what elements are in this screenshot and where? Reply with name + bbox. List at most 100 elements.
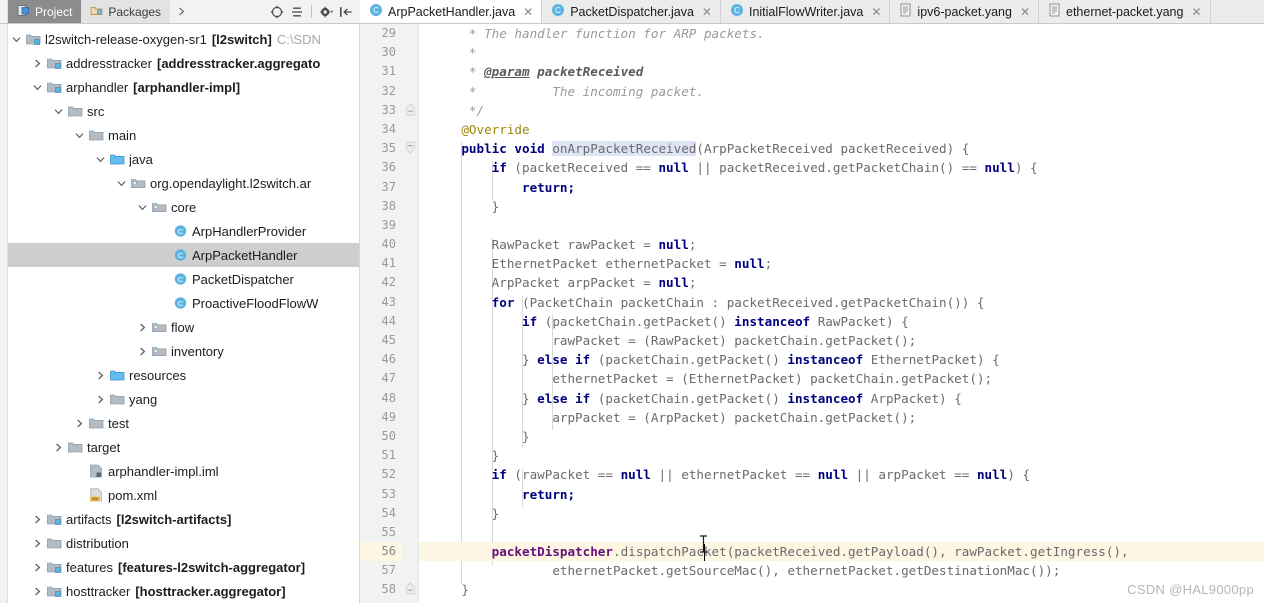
editor-tab-0[interactable]: C ArpPacketHandler.java ✕ bbox=[360, 0, 543, 23]
code-line[interactable]: @Override bbox=[419, 120, 1264, 139]
project-tree-pane[interactable]: l2switch-release-oxygen-sr1 [l2switch] C:\… bbox=[0, 24, 360, 603]
line-number[interactable]: 33 bbox=[360, 101, 402, 120]
tree-row-arphandler[interactable]: arphandler [arphandler-impl] bbox=[0, 75, 359, 99]
line-number[interactable]: 40 bbox=[360, 235, 402, 254]
tree-row-core[interactable]: core bbox=[0, 195, 359, 219]
code-line[interactable]: return; bbox=[419, 485, 1264, 504]
line-number[interactable]: 58 bbox=[360, 580, 402, 599]
code-line[interactable]: * The handler function for ARP packets. bbox=[419, 24, 1264, 43]
tree-row-java[interactable]: java bbox=[0, 147, 359, 171]
line-number[interactable]: 41 bbox=[360, 254, 402, 273]
editor-tab-4[interactable]: ethernet-packet.yang ✕ bbox=[1039, 0, 1211, 23]
close-icon[interactable]: ✕ bbox=[702, 6, 712, 18]
code-line[interactable] bbox=[419, 600, 1264, 603]
line-number[interactable]: 37 bbox=[360, 178, 402, 197]
code-line[interactable]: EthernetPacket ethernetPacket = null; bbox=[419, 254, 1264, 273]
close-icon[interactable]: ✕ bbox=[1020, 6, 1030, 18]
line-number[interactable]: 35 bbox=[360, 139, 418, 158]
line-number[interactable]: 32 bbox=[360, 82, 402, 101]
code-line[interactable]: for (PacketChain packetChain : packetRec… bbox=[419, 293, 1264, 312]
line-number[interactable]: 55 bbox=[360, 523, 402, 542]
code-line[interactable] bbox=[419, 216, 1264, 235]
tree-row-org-opendaylight-l2switch-ar[interactable]: org.opendaylight.l2switch.ar bbox=[0, 171, 359, 195]
line-number[interactable]: 57 bbox=[360, 561, 402, 580]
tree-row-main[interactable]: main bbox=[0, 123, 359, 147]
code-line[interactable]: if (packetReceived == null || packetRece… bbox=[419, 158, 1264, 177]
tree-row-proactivefloodfloww[interactable]: C ProactiveFloodFlowW bbox=[0, 291, 359, 315]
tree-row-yang[interactable]: yang bbox=[0, 387, 359, 411]
tree-row-test[interactable]: test bbox=[0, 411, 359, 435]
fold-marker[interactable] bbox=[402, 580, 418, 599]
tree-row-l2switch-release-oxygen-sr1[interactable]: l2switch-release-oxygen-sr1 [l2switch] C:\… bbox=[0, 27, 359, 51]
line-number[interactable]: 42 bbox=[360, 273, 402, 292]
toolwindow-tab-project[interactable]: Project bbox=[8, 0, 82, 23]
fold-end-icon[interactable] bbox=[406, 103, 415, 116]
toolwindow-tab-packages[interactable]: Packages bbox=[81, 0, 171, 23]
tree-row-inventory[interactable]: inventory bbox=[0, 339, 359, 363]
code-editor[interactable]: 29 30 31 32 33 34 35 36 37 38 39 40 41 42 43 44 45 46 47 48… bbox=[360, 24, 1264, 603]
line-number[interactable]: 56 bbox=[360, 542, 402, 562]
code-line[interactable]: rawPacket = (RawPacket) packetChain.getP… bbox=[419, 331, 1264, 350]
line-number[interactable]: 50 bbox=[360, 427, 402, 446]
chevron-right-icon[interactable] bbox=[92, 395, 108, 404]
chevron-down-icon[interactable] bbox=[92, 155, 108, 164]
scroll-from-source-icon[interactable] bbox=[268, 3, 286, 21]
line-number[interactable]: 29 bbox=[360, 24, 402, 43]
toolwindow-tabs-overflow-icon[interactable] bbox=[170, 0, 192, 23]
code-line[interactable]: * The incoming packet. bbox=[419, 82, 1264, 101]
code-line[interactable]: * @param packetReceived bbox=[419, 62, 1264, 81]
tree-row-packetdispatcher[interactable]: C PacketDispatcher bbox=[0, 267, 359, 291]
chevron-down-icon[interactable] bbox=[8, 35, 24, 44]
collapse-all-icon[interactable] bbox=[288, 3, 306, 21]
line-number[interactable]: 44 bbox=[360, 312, 402, 331]
line-number[interactable]: 49 bbox=[360, 408, 402, 427]
line-number[interactable]: 34 bbox=[360, 120, 402, 139]
fold-end-icon[interactable] bbox=[406, 582, 415, 595]
chevron-right-icon[interactable] bbox=[71, 419, 87, 428]
code-line[interactable]: RawPacket rawPacket = null; bbox=[419, 235, 1264, 254]
editor-tab-2[interactable]: C InitialFlowWriter.java ✕ bbox=[720, 0, 891, 23]
tree-row-flow[interactable]: flow bbox=[0, 315, 359, 339]
tree-row-distribution[interactable]: distribution bbox=[0, 531, 359, 555]
code-line[interactable]: public void onArpPacketReceived(ArpPacke… bbox=[419, 139, 1264, 158]
code-line[interactable]: } bbox=[419, 446, 1264, 465]
close-icon[interactable]: ✕ bbox=[523, 6, 533, 18]
tree-row-addresstracker[interactable]: addresstracker [addresstracker.aggregato bbox=[0, 51, 359, 75]
code-line[interactable]: return; bbox=[419, 178, 1264, 197]
code-line[interactable] bbox=[419, 523, 1264, 542]
fold-marker[interactable] bbox=[402, 101, 418, 120]
line-number[interactable]: 48 bbox=[360, 389, 402, 408]
fold-gutter[interactable] bbox=[402, 24, 419, 603]
code-line[interactable]: ArpPacket arpPacket = null; bbox=[419, 273, 1264, 292]
tree-row-pom-xml[interactable]: <> pom.xml bbox=[0, 483, 359, 507]
fold-collapse-icon[interactable] bbox=[406, 141, 415, 154]
settings-gear-icon[interactable] bbox=[317, 3, 335, 21]
chevron-down-icon[interactable] bbox=[50, 107, 66, 116]
line-number[interactable]: 45 bbox=[360, 331, 402, 350]
tree-row-hosttracker[interactable]: hosttracker [hosttracker.aggregator] bbox=[0, 579, 359, 603]
chevron-right-icon[interactable] bbox=[134, 323, 150, 332]
chevron-down-icon[interactable] bbox=[134, 203, 150, 212]
line-number[interactable]: 46 bbox=[360, 350, 402, 369]
hide-panel-icon[interactable] bbox=[337, 3, 355, 21]
line-number[interactable]: 43 bbox=[360, 293, 402, 312]
line-number[interactable]: 38 bbox=[360, 197, 402, 216]
code-line[interactable]: } bbox=[419, 427, 1264, 446]
line-number[interactable]: 53 bbox=[360, 485, 402, 504]
code-line[interactable]: * bbox=[419, 43, 1264, 62]
code-line[interactable]: */ bbox=[419, 101, 1264, 120]
chevron-right-icon[interactable] bbox=[92, 371, 108, 380]
close-icon[interactable]: ✕ bbox=[871, 6, 881, 18]
tree-row-arphandler-impl-iml[interactable]: arphandler-impl.iml bbox=[0, 459, 359, 483]
code-line[interactable]: if (rawPacket == null || ethernetPacket … bbox=[419, 465, 1264, 484]
chevron-down-icon[interactable] bbox=[71, 131, 87, 140]
tree-row-arppackethandler[interactable]: C ArpPacketHandler bbox=[0, 243, 359, 267]
code-line[interactable]: } else if (packetChain.getPacket() insta… bbox=[419, 350, 1264, 369]
code-line[interactable]: ethernetPacket = (EthernetPacket) packet… bbox=[419, 369, 1264, 388]
tree-row-arphandlerprovider[interactable]: C ArpHandlerProvider bbox=[0, 219, 359, 243]
chevron-right-icon[interactable] bbox=[29, 539, 45, 548]
chevron-down-icon[interactable] bbox=[113, 179, 129, 188]
code-content[interactable]: * The handler function for ARP packets. … bbox=[419, 24, 1264, 603]
code-line[interactable]: } bbox=[419, 504, 1264, 523]
line-number[interactable]: 36 bbox=[360, 158, 402, 177]
